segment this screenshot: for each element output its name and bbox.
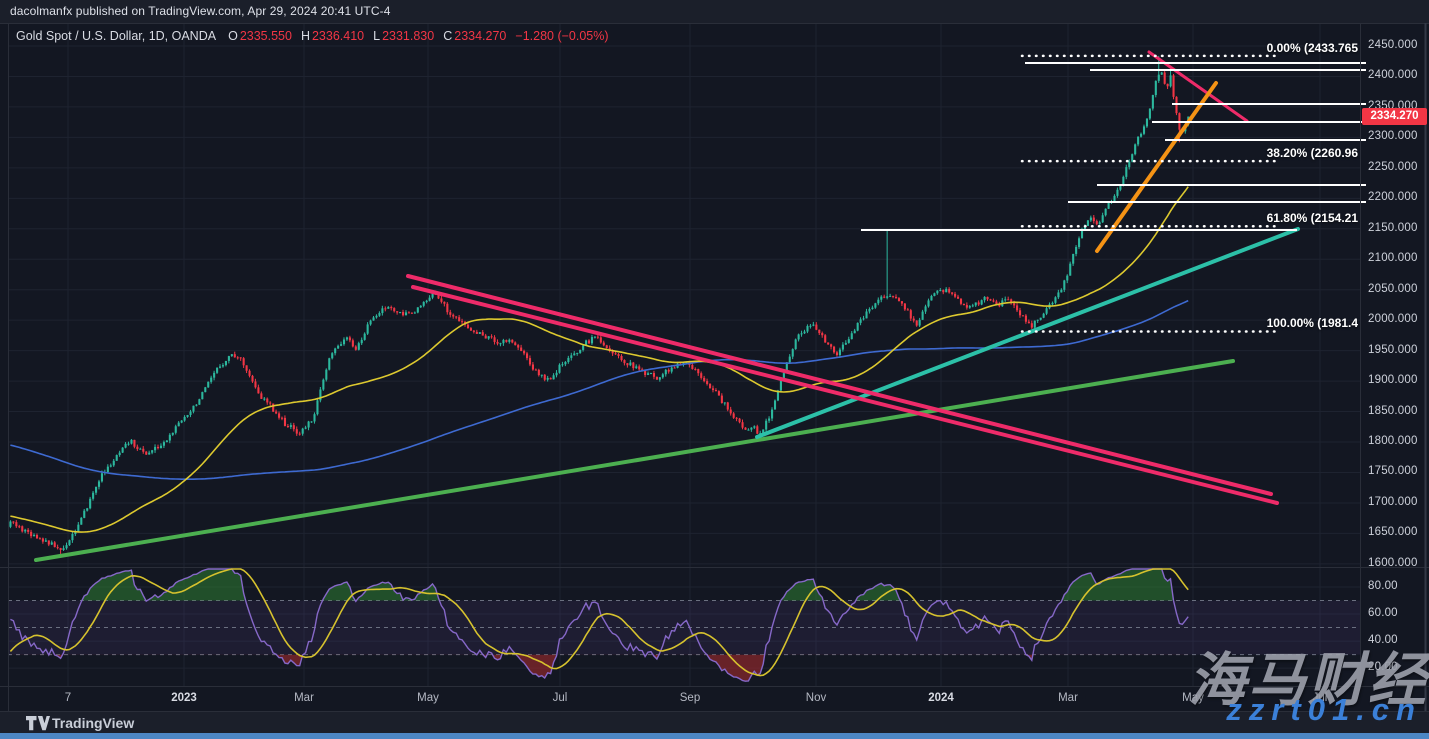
price-tick-label: 2450.000 <box>1368 39 1418 51</box>
time-tick-label: Sep <box>680 692 700 704</box>
price-tick-label: 2000.000 <box>1368 313 1418 325</box>
price-tick-label: 1850.000 <box>1368 405 1418 417</box>
price-tick-label: 2250.000 <box>1368 161 1418 173</box>
bottom-accent-bar <box>0 733 1429 739</box>
price-tick-label: 1900.000 <box>1368 374 1418 386</box>
watermark-url: zzrt01.cn <box>1226 692 1422 728</box>
time-tick-label: Mar <box>1058 692 1078 704</box>
time-tick-label: Jul <box>553 692 568 704</box>
open-value: 2335.550 <box>240 29 292 43</box>
price-tick-label: 1750.000 <box>1368 465 1418 477</box>
trendline-ascending-teal <box>757 229 1298 437</box>
price-tick-label: 2300.000 <box>1368 130 1418 142</box>
price-tick-label: 1600.000 <box>1368 557 1418 569</box>
time-tick-label: Nov <box>806 692 826 704</box>
fib-level-label: 61.80% (2154.21 <box>1267 211 1358 225</box>
rsi-tick-label: 80.00 <box>1368 580 1398 592</box>
change-value: −1.280 (−0.05%) <box>515 29 608 43</box>
time-tick-label: Mar <box>294 692 314 704</box>
last-price-badge: 2334.270 <box>1362 108 1427 125</box>
fib-level-label: 100.00% (1981.4 <box>1267 316 1358 330</box>
close-value: 2334.270 <box>454 29 506 43</box>
symbol-title: Gold Spot / U.S. Dollar, 1D, OANDA <box>16 29 216 43</box>
trendline-channel-pink-upper <box>408 276 1271 494</box>
fib-level-label: 38.20% (2260.96 <box>1267 146 1358 160</box>
time-tick-label: 7 <box>65 692 71 704</box>
high-label: H <box>301 29 310 43</box>
tradingview-logo-icon <box>26 716 50 731</box>
low-label: L <box>373 29 380 43</box>
price-tick-label: 1650.000 <box>1368 526 1418 538</box>
open-label: O <box>228 29 238 43</box>
tradingview-brand-link[interactable]: TradingView <box>52 715 134 731</box>
tradingview-published-chart: dacolmanfx published on TradingView.com,… <box>0 0 1429 739</box>
close-label: C <box>443 29 452 43</box>
time-tick-label: 2024 <box>928 692 954 704</box>
time-tick-label: 2023 <box>171 692 197 704</box>
time-tick-label: May <box>417 692 439 704</box>
high-value: 2336.410 <box>312 29 364 43</box>
price-tick-label: 2150.000 <box>1368 222 1418 234</box>
chart-canvas[interactable] <box>0 0 1429 739</box>
price-tick-label: 2100.000 <box>1368 252 1418 264</box>
price-tick-label: 2200.000 <box>1368 191 1418 203</box>
price-tick-label: 2050.000 <box>1368 283 1418 295</box>
price-tick-label: 2400.000 <box>1368 69 1418 81</box>
symbol-legend: Gold Spot / U.S. Dollar, 1D, OANDA O2335.… <box>16 29 611 43</box>
fib-level-label: 0.00% (2433.765 <box>1267 41 1358 55</box>
price-tick-label: 1800.000 <box>1368 435 1418 447</box>
low-value: 2331.830 <box>382 29 434 43</box>
price-tick-label: 1950.000 <box>1368 344 1418 356</box>
price-tick-label: 1700.000 <box>1368 496 1418 508</box>
trendline-ascending-green <box>36 361 1233 560</box>
rsi-tick-label: 60.00 <box>1368 607 1398 619</box>
